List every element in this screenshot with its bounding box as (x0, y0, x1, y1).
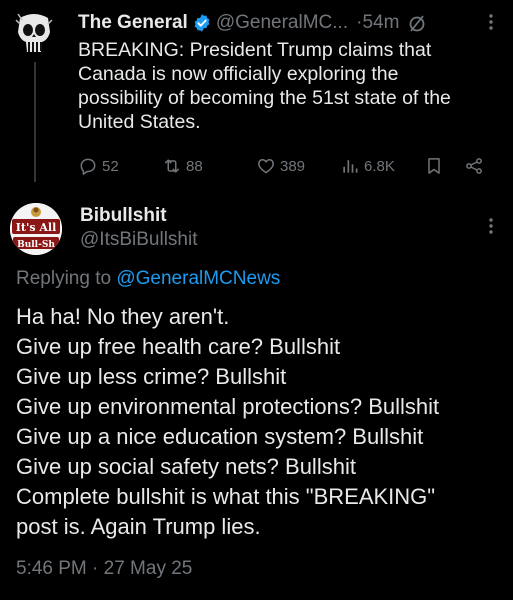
more-icon[interactable] (481, 10, 501, 34)
edited-icon (407, 13, 427, 33)
share-button[interactable] (464, 152, 488, 180)
replying-prefix: Replying to (16, 268, 112, 289)
tweet-time[interactable]: ·54m (356, 12, 399, 34)
reply-text-line: post is. Again Trump lies. (16, 514, 261, 539)
views-count: 6.8K (364, 157, 395, 175)
reply-button[interactable]: 52 (78, 152, 119, 180)
like-icon (258, 159, 274, 174)
tweet-text-line: possibility of becoming the 51st state o… (78, 87, 451, 109)
reply-author-avatar[interactable]: It's All Bull-Sh (10, 203, 62, 255)
tweet-actions-bar: 52 88 389 6.8K (78, 152, 503, 180)
tweet-text-line: United States. (78, 111, 201, 133)
like-count: 389 (280, 157, 306, 175)
reply-text-line: Complete bullshit is what this "BREAKING… (16, 484, 436, 509)
more-icon[interactable] (481, 214, 501, 238)
reply-text-line: Give up free health care? Bullshit (16, 334, 341, 359)
avatar-text-bottom: Bull-Sh (17, 240, 55, 250)
reply-author-handle[interactable]: @ItsBiBullshit (80, 229, 198, 251)
bookmark-icon (428, 158, 440, 174)
tweet-handle[interactable]: @GeneralMC... (216, 12, 348, 34)
tweet-header: The General @GeneralMC... ·54m (78, 11, 503, 35)
reply-text-line: Give up a nice education system? Bullshi… (16, 424, 424, 449)
punisher-skull-avatar[interactable] (14, 12, 54, 60)
tweet-text: BREAKING: President Trump claims that Ca… (78, 38, 503, 134)
reply-text-line: Give up social safety nets? Bullshit (16, 454, 356, 479)
reply-text-line: Give up environmental protections? Bulls… (16, 394, 440, 419)
repost-count: 88 (186, 157, 203, 175)
repost-icon (165, 159, 179, 173)
replying-to-line: Replying to @GeneralMCNews (16, 268, 280, 290)
tweet-text-line: Canada is now officially exploring the (78, 63, 399, 85)
tweet-author-name[interactable]: The General (78, 12, 188, 34)
bookmark-button[interactable] (424, 152, 448, 180)
views-button[interactable]: 6.8K (340, 152, 395, 180)
reply-text-line: Ha ha! No they aren't. (16, 304, 230, 329)
views-icon (343, 160, 358, 173)
repost-button[interactable]: 88 (162, 152, 203, 180)
reply-text: Ha ha! No they aren't. Give up free heal… (16, 302, 506, 542)
like-button[interactable]: 389 (256, 152, 305, 180)
tweet-text-line: BREAKING: President Trump claims that (78, 39, 432, 61)
reply-count: 52 (102, 157, 119, 175)
reply-text-line: Give up less crime? Bullshit (16, 364, 287, 389)
replying-to-link[interactable]: @GeneralMCNews (116, 268, 280, 289)
reply-author-name[interactable]: Bibullshit (80, 205, 167, 227)
thread-connector-line (34, 62, 36, 182)
tweet-time-value: 54m (362, 12, 400, 33)
avatar-text-top: It's All (16, 221, 57, 234)
verified-badge-icon (192, 13, 212, 33)
reply-icon (80, 158, 96, 175)
reply-timestamp[interactable]: 5:46 PM · 27 May 25 (16, 558, 192, 580)
share-icon (466, 158, 482, 174)
